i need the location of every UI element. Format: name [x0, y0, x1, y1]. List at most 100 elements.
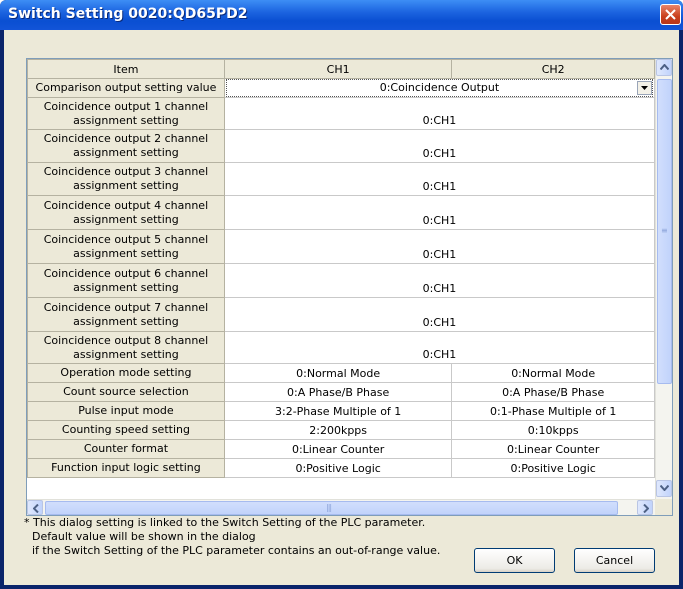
cell-value-ch1[interactable]: 0:Positive Logic [223, 458, 453, 478]
row-label-line: Coincidence output 8 channel [43, 333, 209, 347]
chevron-right-icon [643, 504, 649, 513]
scroll-left-button[interactable] [27, 500, 43, 515]
row-label: Count source selection [27, 382, 225, 402]
note-line: if the Switch Setting of the PLC paramet… [32, 544, 441, 557]
note-line: * This dialog setting is linked to the S… [24, 516, 426, 529]
note-line: Default value will be shown in the dialo… [32, 530, 256, 543]
row-label: Coincidence output 8 channel assignment s… [27, 331, 225, 364]
cell-value-ch2[interactable]: 0:Linear Counter [451, 439, 655, 459]
row-label: Coincidence output 2 channel assignment s… [27, 129, 225, 163]
row-label-line: assignment setting [73, 179, 179, 192]
scroll-down-button[interactable] [656, 480, 672, 497]
scroll-right-button[interactable] [637, 500, 653, 515]
cell-value[interactable]: 0:CH1 [223, 162, 655, 196]
scrollbar-corner [655, 499, 672, 515]
column-header-ch2[interactable]: CH2 [451, 59, 655, 79]
dropdown-button[interactable] [637, 81, 652, 95]
table-row: Coincidence output 5 channel assignment s… [27, 229, 655, 264]
chevron-down-icon [641, 86, 648, 90]
table-row: Coincidence output 7 channel assignment s… [27, 297, 655, 332]
cell-value-ch2[interactable]: 0:A Phase/B Phase [451, 382, 655, 402]
cell-value[interactable]: 0:CH1 [223, 331, 655, 364]
row-label: Comparison output setting value [27, 78, 225, 98]
vertical-scrollbar[interactable]: ≡ [655, 59, 672, 499]
row-label-line: assignment setting [73, 246, 179, 260]
cell-value[interactable]: 0:CH1 [223, 195, 655, 230]
chevron-up-icon [660, 64, 669, 70]
table-row: Counting speed setting 2:200kpps 0:10kpp… [27, 420, 655, 440]
table-row: Coincidence output 3 channel assignment s… [27, 162, 655, 196]
header-row: Item CH1 CH2 [27, 59, 655, 79]
table-row: Coincidence output 6 channel assignment s… [27, 263, 655, 298]
row-label-line: assignment setting [73, 314, 179, 328]
cell-value-ch2[interactable]: 0:1-Phase Multiple of 1 [451, 401, 655, 421]
table-row: Coincidence output 4 channel assignment s… [27, 195, 655, 230]
cell-value-ch2[interactable]: 0:10kpps [451, 420, 655, 440]
title-bar[interactable]: Switch Setting 0020:QD65PD2 [0, 0, 683, 30]
settings-table: Item CH1 CH2 Comparison output setting v… [27, 59, 655, 478]
row-label-line: Coincidence output 6 channel [43, 266, 209, 280]
column-header-ch1[interactable]: CH1 [223, 59, 453, 79]
close-button[interactable] [660, 4, 681, 25]
cell-value-ch1[interactable]: 0:Linear Counter [223, 439, 453, 459]
row-label: Counting speed setting [27, 420, 225, 440]
cell-value-ch1[interactable]: 3:2-Phase Multiple of 1 [223, 401, 453, 421]
cell-value-ch1[interactable]: 2:200kpps [223, 420, 453, 440]
row-label: Coincidence output 1 channel assignment s… [27, 97, 225, 130]
cell-value-ch2[interactable]: 0:Positive Logic [451, 458, 655, 478]
table-row: Pulse input mode 3:2-Phase Multiple of 1… [27, 401, 655, 421]
comparison-output-dropdown[interactable]: 0:Coincidence Output [223, 78, 655, 98]
cell-value[interactable]: 0:CH1 [223, 97, 655, 130]
dialog-window: Switch Setting 0020:QD65PD2 Item CH1 CH2… [0, 0, 683, 589]
row-label: Coincidence output 3 channel assignment s… [27, 162, 225, 196]
cell-value[interactable]: 0:CH1 [223, 129, 655, 163]
cell-value-ch1[interactable]: 0:A Phase/B Phase [223, 382, 453, 402]
row-label-line: assignment setting [73, 212, 179, 226]
row-label-line: assignment setting [73, 347, 179, 361]
grid-viewport: Item CH1 CH2 Comparison output setting v… [27, 59, 655, 499]
row-label: Pulse input mode [27, 401, 225, 421]
row-label-line: Coincidence output 2 channel [43, 132, 209, 145]
row-label: Counter format [27, 439, 225, 459]
chevron-down-icon [660, 485, 669, 491]
settings-grid: Item CH1 CH2 Comparison output setting v… [26, 58, 673, 516]
horizontal-scrollbar[interactable]: ||| [27, 499, 655, 515]
row-label-line: assignment setting [73, 280, 179, 294]
table-row: Comparison output setting value 0:Coinci… [27, 78, 655, 98]
table-row: Function input logic setting 0:Positive … [27, 458, 655, 478]
row-label-line: Coincidence output 1 channel [43, 99, 209, 113]
row-label: Coincidence output 6 channel assignment s… [27, 263, 225, 298]
dropdown-value: 0:Coincidence Output [379, 81, 500, 94]
table-row: Coincidence output 8 channel assignment s… [27, 331, 655, 364]
horizontal-scroll-thumb[interactable]: ||| [45, 501, 618, 515]
table-row: Counter format 0:Linear Counter 0:Linear… [27, 439, 655, 459]
info-note: * This dialog setting is linked to the S… [24, 516, 440, 558]
cancel-button[interactable]: Cancel [574, 548, 655, 573]
window-title: Switch Setting 0020:QD65PD2 [8, 6, 248, 22]
table-row: Coincidence output 2 channel assignment s… [27, 129, 655, 163]
row-label: Coincidence output 4 channel assignment s… [27, 195, 225, 230]
row-label-line: Coincidence output 4 channel [43, 198, 209, 212]
cell-value[interactable]: 0:CH1 [223, 229, 655, 264]
row-label: Coincidence output 5 channel assignment s… [27, 229, 225, 264]
table-row: Operation mode setting 0:Normal Mode 0:N… [27, 363, 655, 383]
row-label-line: assignment setting [73, 113, 179, 127]
table-row: Coincidence output 1 channel assignment s… [27, 97, 655, 130]
cell-value-ch2[interactable]: 0:Normal Mode [451, 363, 655, 383]
chevron-left-icon [33, 504, 39, 513]
column-header-item[interactable]: Item [27, 59, 225, 79]
cell-value-ch1[interactable]: 0:Normal Mode [223, 363, 453, 383]
table-row: Count source selection 0:A Phase/B Phase… [27, 382, 655, 402]
vertical-scroll-thumb[interactable]: ≡ [657, 79, 672, 384]
close-icon [665, 9, 676, 20]
row-label: Coincidence output 7 channel assignment s… [27, 297, 225, 332]
grip-icon: ≡ [661, 226, 668, 235]
row-label-line: Coincidence output 3 channel [43, 165, 209, 178]
row-label: Operation mode setting [27, 363, 225, 383]
row-label-line: assignment setting [73, 146, 179, 159]
scroll-up-button[interactable] [656, 59, 672, 76]
cell-value[interactable]: 0:CH1 [223, 263, 655, 298]
cell-value[interactable]: 0:CH1 [223, 297, 655, 332]
dialog-body: Item CH1 CH2 Comparison output setting v… [4, 30, 679, 585]
ok-button[interactable]: OK [474, 548, 555, 573]
